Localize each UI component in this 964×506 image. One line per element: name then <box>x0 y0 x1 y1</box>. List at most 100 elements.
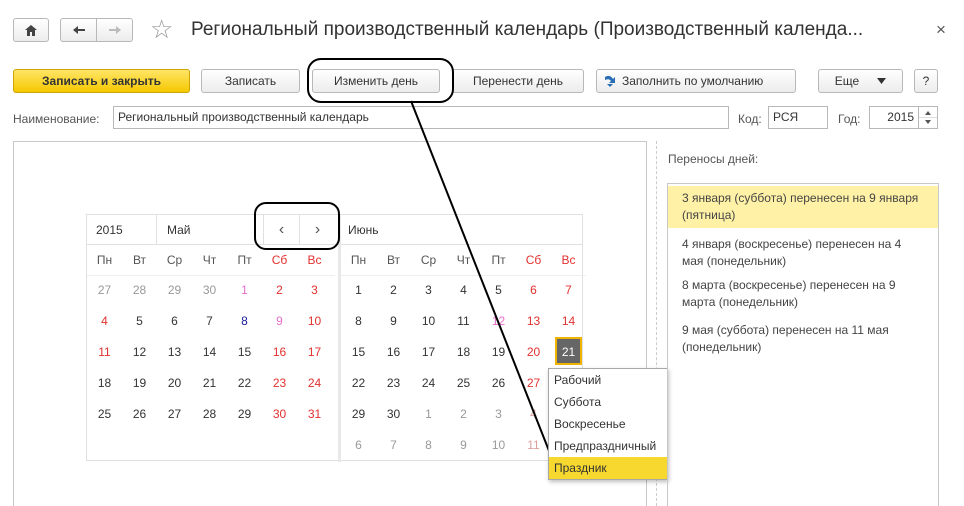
menu-item-holiday[interactable]: Праздник <box>549 457 667 479</box>
day-cell[interactable]: 25 <box>87 399 122 429</box>
day-cell[interactable]: 14 <box>192 337 227 367</box>
day-cell[interactable]: 31 <box>297 399 332 429</box>
menu-item-saturday[interactable]: Суббота <box>549 391 667 413</box>
day-cell[interactable]: 16 <box>262 337 297 367</box>
day-cell[interactable]: 2 <box>446 399 481 429</box>
day-cell[interactable]: 23 <box>376 368 411 398</box>
save-button[interactable]: Записать <box>201 69 300 93</box>
day-cell[interactable]: 7 <box>192 306 227 336</box>
day-cell[interactable]: 15 <box>341 337 376 367</box>
day-cell[interactable]: 24 <box>297 368 332 398</box>
day-cell[interactable]: 10 <box>481 430 516 460</box>
transfer-item[interactable]: 3 января (суббота) перенесен на 9 января… <box>668 186 938 228</box>
transfer-item[interactable]: 8 марта (воскресенье) перенесен на 9 мар… <box>668 273 938 318</box>
day-cell[interactable]: 2 <box>262 275 297 305</box>
day-cell[interactable]: 13 <box>157 337 192 367</box>
day-cell[interactable]: 26 <box>122 399 157 429</box>
day-cell[interactable]: 3 <box>481 399 516 429</box>
day-cell[interactable]: 20 <box>516 337 551 367</box>
day-cell[interactable]: 7 <box>551 275 586 305</box>
day-cell[interactable]: 4 <box>446 275 481 305</box>
day-cell[interactable]: 13 <box>516 306 551 336</box>
day-cell[interactable]: 7 <box>376 430 411 460</box>
day-cell[interactable]: 1 <box>341 275 376 305</box>
home-button[interactable] <box>13 18 49 42</box>
day-cell[interactable]: 6 <box>516 275 551 305</box>
day-cell[interactable]: 11 <box>87 337 122 367</box>
day-cell[interactable]: 27 <box>87 275 122 305</box>
day-cell[interactable]: 26 <box>481 368 516 398</box>
day-cell[interactable]: 17 <box>411 337 446 367</box>
day-cell[interactable]: 24 <box>411 368 446 398</box>
day-cell[interactable]: 9 <box>446 430 481 460</box>
help-button[interactable]: ? <box>914 69 938 93</box>
transfer-item[interactable]: 9 мая (суббота) перенесен на 11 мая (пон… <box>668 318 938 363</box>
day-cell[interactable]: 9 <box>376 306 411 336</box>
day-cell[interactable]: 30 <box>376 399 411 429</box>
more-button[interactable]: Еще <box>818 69 903 93</box>
day-cell[interactable]: 3 <box>297 275 332 305</box>
day-cell[interactable]: 10 <box>411 306 446 336</box>
day-cell[interactable]: 27 <box>157 399 192 429</box>
day-cell[interactable]: 23 <box>262 368 297 398</box>
day-cell[interactable]: 19 <box>122 368 157 398</box>
day-cell[interactable]: 2 <box>376 275 411 305</box>
day-cell[interactable]: 29 <box>227 399 262 429</box>
forward-button[interactable] <box>96 18 133 42</box>
day-cell[interactable]: 5 <box>122 306 157 336</box>
close-icon[interactable]: × <box>936 20 946 40</box>
day-cell[interactable]: 16 <box>376 337 411 367</box>
day-cell[interactable]: 22 <box>227 368 262 398</box>
day-cell[interactable]: 29 <box>341 399 376 429</box>
day-cell[interactable]: 28 <box>122 275 157 305</box>
day-cell[interactable]: 30 <box>192 275 227 305</box>
day-cell[interactable]: 4 <box>516 399 551 429</box>
day-cell[interactable]: 15 <box>227 337 262 367</box>
day-cell[interactable]: 8 <box>411 430 446 460</box>
menu-item-sunday[interactable]: Воскресенье <box>549 413 667 435</box>
day-cell[interactable]: 6 <box>157 306 192 336</box>
move-day-button[interactable]: Перенести день <box>452 69 584 93</box>
day-cell[interactable]: 9 <box>262 306 297 336</box>
menu-item-preholiday[interactable]: Предпраздничный <box>549 435 667 457</box>
fill-default-button[interactable]: Заполнить по умолчанию <box>596 69 796 93</box>
day-cell[interactable]: 12 <box>481 306 516 336</box>
day-cell[interactable]: 5 <box>481 275 516 305</box>
day-cell[interactable]: 28 <box>192 399 227 429</box>
prev-month-button[interactable]: ‹ <box>263 215 299 245</box>
name-field[interactable]: Региональный производственный календарь <box>113 106 729 129</box>
change-day-button[interactable]: Изменить день <box>312 69 440 93</box>
day-cell[interactable]: 14 <box>551 306 586 336</box>
day-cell[interactable]: 20 <box>157 368 192 398</box>
day-cell[interactable]: 21 <box>192 368 227 398</box>
day-cell[interactable]: 30 <box>262 399 297 429</box>
day-cell[interactable]: 8 <box>227 306 262 336</box>
day-cell[interactable]: 1 <box>227 275 262 305</box>
menu-item-working[interactable]: Рабочий <box>549 369 667 391</box>
day-cell[interactable]: 12 <box>122 337 157 367</box>
day-cell[interactable]: 11 <box>446 306 481 336</box>
day-cell[interactable]: 8 <box>341 306 376 336</box>
code-field[interactable]: РСЯ <box>768 106 828 129</box>
favorite-star-icon[interactable]: ☆ <box>150 14 173 44</box>
day-cell[interactable]: 4 <box>87 306 122 336</box>
day-cell[interactable]: 18 <box>446 337 481 367</box>
day-cell[interactable]: 17 <box>297 337 332 367</box>
day-cell[interactable]: 22 <box>341 368 376 398</box>
day-cell[interactable]: 25 <box>446 368 481 398</box>
next-month-button[interactable]: › <box>299 215 335 245</box>
day-cell[interactable]: 19 <box>481 337 516 367</box>
day-cell[interactable]: 6 <box>341 430 376 460</box>
day-cell[interactable]: 3 <box>411 275 446 305</box>
save-and-close-button[interactable]: Записать и закрыть <box>13 69 190 93</box>
year-field[interactable]: 2015 <box>869 106 919 129</box>
transfer-item[interactable]: 4 января (воскресенье) перенесен на 4 ма… <box>668 228 938 273</box>
day-cell[interactable]: 10 <box>297 306 332 336</box>
day-cell[interactable]: 11 <box>516 430 551 460</box>
year-spinner[interactable] <box>918 106 938 129</box>
day-cell[interactable]: 29 <box>157 275 192 305</box>
day-cell[interactable]: 1 <box>411 399 446 429</box>
back-button[interactable] <box>60 18 97 42</box>
day-cell[interactable]: 27 <box>516 368 551 398</box>
day-cell[interactable]: 18 <box>87 368 122 398</box>
